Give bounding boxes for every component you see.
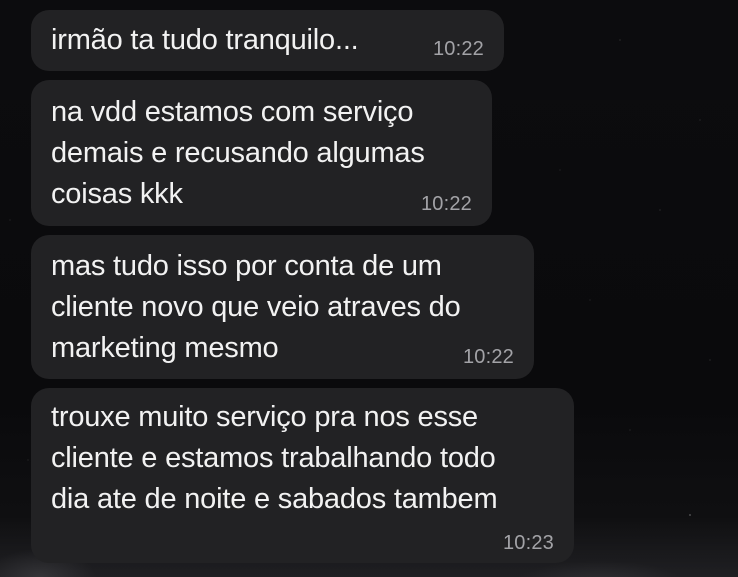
message-bubble[interactable]: mas tudo isso por conta de um cliente no…: [31, 235, 534, 379]
message-bubble[interactable]: trouxe muito serviço pra nos esse client…: [31, 388, 574, 563]
message-list[interactable]: irmão ta tudo tranquilo... 10:22 na vdd …: [0, 0, 738, 577]
message-text: na vdd estamos com serviço demais e recu…: [51, 96, 425, 210]
message-timestamp: 10:23: [502, 532, 554, 554]
message-timestamp: 10:22: [432, 38, 484, 60]
message-text: mas tudo isso por conta de um cliente no…: [51, 250, 461, 364]
message-bubble[interactable]: na vdd estamos com serviço demais e recu…: [31, 80, 492, 226]
message-timestamp: 10:22: [420, 193, 472, 215]
message-timestamp: 10:22: [462, 346, 514, 368]
message-text: trouxe muito serviço pra nos esse client…: [51, 401, 498, 515]
message-bubble[interactable]: irmão ta tudo tranquilo... 10:22: [31, 10, 504, 71]
message-text: irmão ta tudo tranquilo...: [51, 24, 359, 56]
